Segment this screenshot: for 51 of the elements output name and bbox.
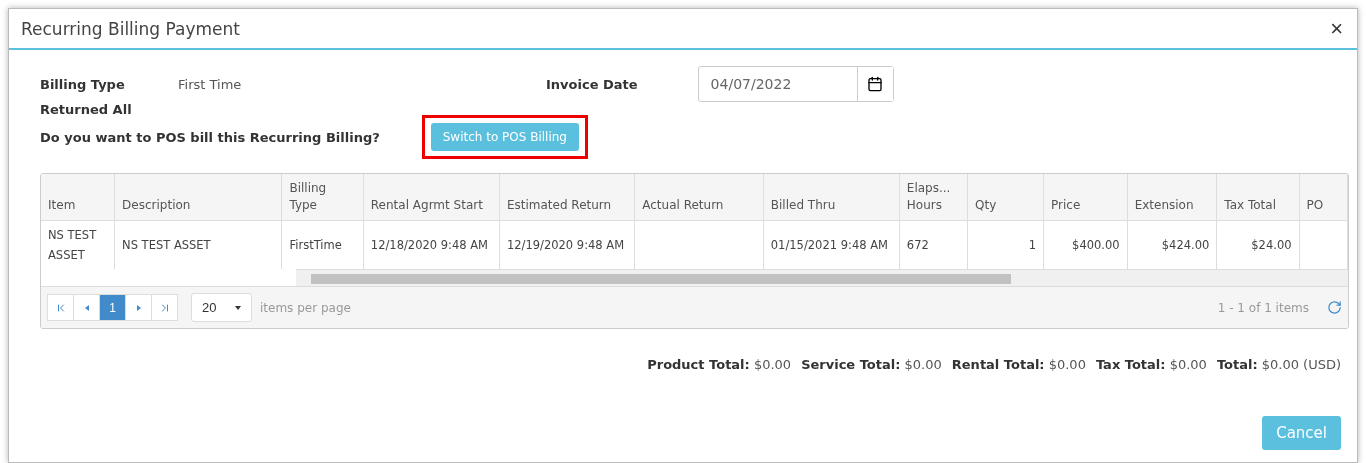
close-button[interactable]: × bbox=[1330, 15, 1343, 42]
column-header[interactable]: Qty bbox=[967, 174, 1044, 221]
total-text: Total: $0.00 (USD) bbox=[1216, 357, 1341, 372]
total-text: Service Total: $0.00 bbox=[801, 357, 942, 372]
table-cell: 672 bbox=[906, 238, 929, 252]
table-cell: NS TEST ASSET bbox=[122, 238, 211, 252]
triangle-left-icon bbox=[83, 304, 90, 311]
table-cell: 12/19/2020 9:48 AM bbox=[506, 238, 625, 252]
column-header[interactable]: Extension bbox=[1127, 174, 1217, 221]
previous-page-button[interactable] bbox=[73, 294, 100, 321]
column-header[interactable]: Elaps... Hours bbox=[899, 174, 968, 221]
column-header[interactable]: Actual Return bbox=[634, 174, 764, 221]
column-header[interactable]: Estimated Return bbox=[499, 174, 635, 221]
last-page-icon[interactable] bbox=[151, 294, 178, 321]
caret-icon bbox=[235, 304, 241, 311]
column-header[interactable]: Rental Agrmt Start bbox=[363, 174, 500, 221]
table-cell: $424.00 bbox=[1161, 238, 1210, 252]
column-header[interactable]: Tax Total bbox=[1216, 174, 1300, 221]
calendar-icon[interactable] bbox=[856, 67, 893, 101]
column-header[interactable]: Billed Thru bbox=[763, 174, 900, 221]
page-size-label: items per page bbox=[260, 300, 351, 315]
total-text: Tax Total: $0.00 bbox=[1095, 357, 1207, 372]
column-header[interactable]: Price bbox=[1043, 174, 1128, 221]
table-cell: $24.00 bbox=[1251, 238, 1292, 252]
date-field[interactable]: 04/07/2022 bbox=[697, 66, 894, 102]
horizontal-scrollbar[interactable] bbox=[296, 269, 1348, 286]
column-header[interactable]: PO bbox=[1299, 174, 1348, 221]
refresh-icon[interactable] bbox=[1327, 300, 1342, 315]
field-value: First Time bbox=[178, 76, 243, 92]
pager-info: 1 - 1 of 1 items bbox=[1217, 300, 1309, 315]
status-text: Returned All bbox=[40, 102, 132, 117]
table-cell: 12/18/2020 9:48 AM bbox=[370, 238, 489, 252]
field-label: Billing Type bbox=[40, 76, 126, 92]
field-label: Invoice Date bbox=[546, 76, 638, 92]
column-header[interactable]: Billing Type bbox=[281, 174, 364, 221]
column-header[interactable]: Item bbox=[41, 174, 115, 221]
total-text: Rental Total: $0.00 bbox=[951, 357, 1086, 372]
table-cell: $400.00 bbox=[1072, 238, 1120, 252]
triangle-right-icon bbox=[135, 304, 142, 311]
page-button[interactable]: 1 bbox=[99, 294, 126, 321]
page-size-dropdown[interactable]: 20 bbox=[191, 293, 252, 322]
table-cell: NS TEST ASSET bbox=[48, 228, 97, 262]
table-cell: 1 bbox=[1028, 238, 1037, 252]
total-text: Product Total: $0.00 bbox=[647, 357, 792, 372]
table-cell: 01/15/2021 9:48 AM bbox=[770, 238, 888, 252]
first-page-icon[interactable] bbox=[47, 294, 74, 321]
next-page-button[interactable] bbox=[125, 294, 152, 321]
question-text: Do you want to POS bill this Recurring Billing? bbox=[40, 129, 380, 145]
window-title: Recurring Billing Payment bbox=[21, 18, 240, 39]
table-cell: FirstTime bbox=[289, 238, 342, 252]
column-header[interactable]: Description bbox=[114, 174, 282, 221]
